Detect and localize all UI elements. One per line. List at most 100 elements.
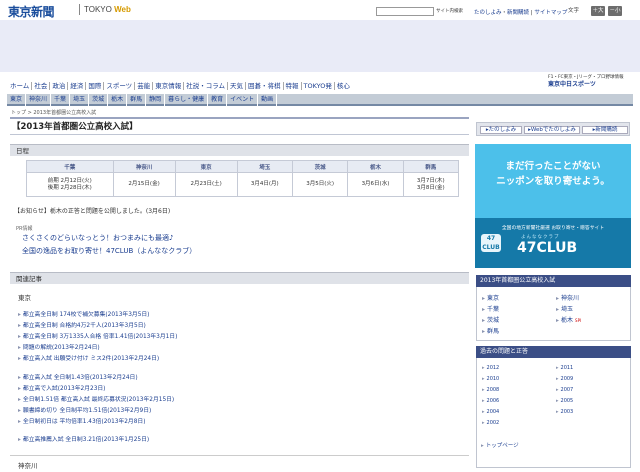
header-link-sitemap[interactable]: サイトマップ bbox=[534, 10, 567, 16]
bullet-icon: ▸ bbox=[18, 312, 21, 318]
related-item[interactable]: ▸ 都立高全日制 合格約4万2千人(2013年3月5日) bbox=[18, 320, 146, 329]
bullet-icon: ▸ bbox=[18, 397, 21, 403]
pref-link[interactable]: ▸ 神奈川 bbox=[556, 293, 579, 302]
pref-link[interactable]: ▸ 千葉 bbox=[482, 304, 499, 313]
font-smaller-button[interactable]: －小 bbox=[608, 6, 622, 16]
year-label: 2005 bbox=[560, 398, 574, 404]
pref-link[interactable]: ▸ 茨城 bbox=[482, 315, 499, 324]
bullet-icon: ▸ bbox=[18, 334, 21, 340]
pr-link[interactable]: 全国の逸品をお取り寄せ！47CLUB（よんななクラブ） bbox=[22, 246, 196, 256]
schedule-pref: 東京 bbox=[174, 160, 238, 173]
breadcrumb[interactable]: トップ > 2013年首都圏公立高校入試 bbox=[11, 109, 96, 116]
schedule-date: 3月7日(木) 3月8日(金) bbox=[402, 172, 460, 197]
bullet-icon: ▸ bbox=[482, 365, 485, 371]
nav-item[interactable]: 社説・コラム bbox=[184, 82, 228, 90]
local-nav-item[interactable]: 東京 bbox=[7, 94, 27, 106]
year-link[interactable]: ▸ 2012 bbox=[482, 365, 499, 371]
nav-item[interactable]: 政治 bbox=[50, 82, 69, 90]
banner-headline-2: ニッポンを取り寄せよう。 bbox=[496, 176, 610, 187]
nav-item[interactable]: ホーム bbox=[8, 82, 33, 90]
pref-link[interactable]: ▸ 群馬 bbox=[482, 326, 499, 335]
year-link[interactable]: ▸ 2009 bbox=[556, 376, 573, 382]
chunichi-sports-brand[interactable]: F1・FC東京・Jリーグ・プロ野球情報 東京中日スポーツ bbox=[548, 74, 636, 89]
bullet-icon: ▸ bbox=[556, 306, 560, 313]
top-page-link[interactable]: ▸ トップページ bbox=[481, 441, 519, 449]
prefecture-list bbox=[476, 287, 631, 341]
brand-line1: F1・FC東京・Jリーグ・プロ野球情報 bbox=[548, 75, 624, 80]
pref-name: 東京 bbox=[487, 295, 500, 302]
pr-link[interactable]: さくさくのどらいなっとう！おつまみにも最適♪ bbox=[22, 233, 173, 243]
local-nav-item[interactable]: 静岡 bbox=[146, 94, 166, 106]
local-nav-item[interactable]: 群馬 bbox=[127, 94, 147, 106]
year-link[interactable]: ▸ 2011 bbox=[556, 365, 573, 371]
year-link[interactable]: ▸ 2002 bbox=[482, 420, 499, 426]
year-link[interactable]: ▸ 2006 bbox=[482, 398, 499, 404]
local-nav-item[interactable]: イベント bbox=[227, 94, 259, 106]
related-item[interactable]: ▸ 都立高入試 出願受け付け ミス2件(2013年2月24日) bbox=[18, 353, 159, 362]
nav-item[interactable]: 社会 bbox=[32, 82, 51, 90]
web-tanoshiyomi-label: Webでたのしよみ bbox=[530, 127, 576, 133]
related-item[interactable]: ▸ 全日制1.51倍 都立高入試 最終応募状況(2013年2月15日) bbox=[18, 394, 174, 403]
site-logo[interactable]: 東京新聞 bbox=[8, 3, 55, 20]
nav-item[interactable]: 東京情報 bbox=[153, 82, 185, 90]
pref-link[interactable]: ▸ 埼玉 bbox=[556, 304, 573, 313]
header-link-tanoshiyomi[interactable]: たのしよみ bbox=[474, 10, 502, 16]
global-nav: ホーム 社会 政治 経済 国際 スポーツ 芸能 東京情報 社説・コラム 天気 囲碁・将棋 特報 TOKY… bbox=[8, 80, 352, 90]
related-item[interactable]: ▸ 都立高全日制 174校で補欠募集(2013年3月5日) bbox=[18, 309, 149, 318]
nav-item[interactable]: 核心 bbox=[335, 82, 352, 90]
related-item[interactable]: ▸ 願書締め切り 全日制平均1.51倍(2013年2月9日) bbox=[18, 405, 151, 414]
pref-link[interactable]: ▸ 東京 bbox=[482, 293, 499, 302]
site-logo-sub[interactable]: TOKYO Web bbox=[84, 5, 131, 14]
related-item[interactable]: ▸ 問題の解説(2013年2月24日) bbox=[18, 342, 100, 351]
local-nav-item[interactable]: 神奈川 bbox=[26, 94, 52, 106]
nav-item[interactable]: スポーツ bbox=[104, 82, 136, 90]
header-link-subscribe[interactable]: 新聞購読 bbox=[507, 10, 529, 16]
web-tanoshiyomi-button[interactable]: ▸Webでたのしよみ bbox=[524, 126, 580, 134]
schedule-pref: 群馬 bbox=[402, 160, 460, 173]
subscribe-button[interactable]: ▸新聞購読 bbox=[582, 126, 628, 134]
bullet-icon: ▸ bbox=[556, 398, 559, 404]
bullet-icon: ▸ bbox=[482, 317, 486, 324]
local-nav-item[interactable]: 暮らし・健康 bbox=[165, 94, 209, 106]
related-item[interactable]: ▸ 全日制初日は 平均倍率1.43倍(2013年2月8日) bbox=[18, 416, 145, 425]
year-label: 2006 bbox=[486, 398, 500, 404]
bullet-icon: ▸ bbox=[556, 409, 559, 415]
local-nav-item[interactable]: 動画 bbox=[258, 94, 278, 106]
logo-sub-web: Web bbox=[114, 5, 131, 14]
font-larger-button[interactable]: ＋大 bbox=[591, 6, 605, 16]
nav-item[interactable]: 特報 bbox=[283, 82, 302, 90]
pref-link[interactable]: ▸ 栃木 SPI bbox=[556, 315, 581, 324]
tanoshiyomi-button[interactable]: ▸たのしよみ bbox=[480, 126, 522, 134]
related-item[interactable]: ▸ 都立高入試 全日制1.43倍(2013年2月24日) bbox=[18, 372, 138, 381]
nav-item[interactable]: 経済 bbox=[68, 82, 87, 90]
pref-name: 茨城 bbox=[487, 317, 500, 324]
year-link[interactable]: ▸ 2007 bbox=[556, 387, 573, 393]
related-item[interactable]: ▸ 都立高推薦入試 全日制3.21倍(2013年1月25日) bbox=[18, 434, 149, 443]
year-link[interactable]: ▸ 2010 bbox=[482, 376, 499, 382]
local-nav-item[interactable]: 教育 bbox=[208, 94, 228, 106]
schedule-date-line: 後期 2月28日(木) bbox=[47, 184, 92, 191]
local-nav-item[interactable]: 茨城 bbox=[89, 94, 109, 106]
year-link[interactable]: ▸ 2005 bbox=[556, 398, 573, 404]
related-item[interactable]: ▸ 都立高で入試(2013年2月23日) bbox=[18, 383, 105, 392]
year-label: 2008 bbox=[486, 387, 500, 393]
nav-item[interactable]: TOKYO発 bbox=[301, 82, 335, 90]
47club-banner[interactable]: まだ行ったことがない ニッポンを取り寄せよう。 全国の地方新聞社厳選 お取り寄せ… bbox=[475, 144, 631, 268]
local-nav-item[interactable]: 埼玉 bbox=[70, 94, 90, 106]
pref-name: 千葉 bbox=[487, 306, 500, 313]
related-item[interactable]: ▸ 都立高全日制 3万1335人合格 倍率1.41倍(2013年3月1日) bbox=[18, 331, 177, 340]
local-nav-item[interactable]: 栃木 bbox=[108, 94, 128, 106]
banner-logo-text: 47CLUB bbox=[517, 240, 578, 256]
nav-item[interactable]: 囲碁・将棋 bbox=[246, 82, 284, 90]
search-input[interactable] bbox=[376, 7, 434, 16]
schedule-heading: 日程 bbox=[10, 144, 469, 156]
local-nav-item[interactable]: 千葉 bbox=[51, 94, 71, 106]
nav-item[interactable]: 国際 bbox=[86, 82, 105, 90]
search-button[interactable]: サイト内検索 bbox=[436, 7, 466, 16]
nav-item[interactable]: 芸能 bbox=[135, 82, 154, 90]
nav-item[interactable]: 天気 bbox=[228, 82, 246, 90]
year-link[interactable]: ▸ 2004 bbox=[482, 409, 499, 415]
year-link[interactable]: ▸ 2003 bbox=[556, 409, 573, 415]
bullet-icon: ▸ bbox=[482, 420, 485, 426]
year-link[interactable]: ▸ 2008 bbox=[482, 387, 499, 393]
